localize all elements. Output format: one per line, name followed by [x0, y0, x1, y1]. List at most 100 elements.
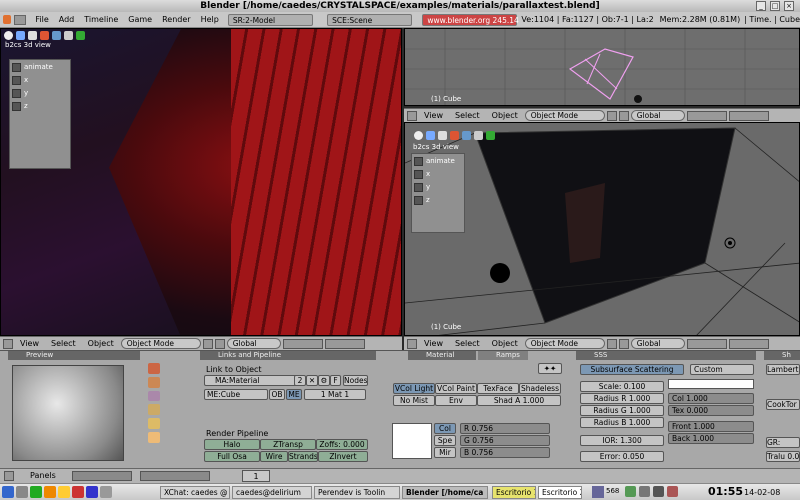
- menu-render[interactable]: Render: [157, 15, 195, 24]
- ramps-tab[interactable]: Ramps: [478, 351, 528, 360]
- view-type-icon[interactable]: [407, 110, 417, 121]
- menu-select-left[interactable]: Select: [46, 339, 81, 348]
- desktop-icon[interactable]: [16, 486, 28, 498]
- panels-menu[interactable]: Panels: [30, 471, 56, 480]
- mesh-name-field[interactable]: ME:Cube: [204, 389, 268, 400]
- shad-a-field[interactable]: Shad A 1.000: [477, 395, 561, 406]
- task-blender[interactable]: Blender [/home/ca: [402, 486, 488, 499]
- layers-icon-br[interactable]: [686, 338, 727, 349]
- hair-preview-icon[interactable]: [148, 418, 160, 430]
- animate-toggle[interactable]: animate: [12, 61, 68, 73]
- scene-selector[interactable]: SCE:Scene: [327, 13, 413, 26]
- subsurface-scattering-button[interactable]: Subsurface Scattering: [580, 364, 684, 375]
- orientation-dropdown-left[interactable]: Global: [226, 338, 281, 349]
- zoffs-field[interactable]: Zoffs: 0.000: [316, 439, 368, 450]
- task-terminal[interactable]: caedes@delirium: [232, 486, 312, 499]
- draw-type-icon-br[interactable]: [606, 338, 617, 349]
- task-browser[interactable]: Perendev is Toolin: [314, 486, 400, 499]
- pivot-icon-left[interactable]: [214, 338, 225, 349]
- layers-icon-2[interactable]: [728, 110, 769, 121]
- maximize-button[interactable]: □: [770, 1, 780, 11]
- menu-view-br[interactable]: View: [419, 339, 448, 348]
- vcol-light-button[interactable]: VCol Light: [393, 383, 435, 394]
- close-icon[interactable]: ×: [784, 1, 794, 11]
- viewport-bottom-right[interactable]: b2cs 3d view animate x y z (1) Cube: [404, 122, 800, 336]
- task-xchat[interactable]: XChat: caedes @: [160, 486, 230, 499]
- specular-shader-dropdown[interactable]: CookTor: [766, 399, 800, 410]
- material-tab[interactable]: Material: [408, 351, 476, 360]
- no-mist-button[interactable]: No Mist: [393, 395, 435, 406]
- menu-view-left[interactable]: View: [15, 339, 44, 348]
- menu-add[interactable]: Add: [54, 15, 80, 24]
- b-slider[interactable]: B 0.756: [460, 447, 550, 458]
- material-index-field[interactable]: 1 Mat 1: [304, 389, 366, 400]
- y-toggle[interactable]: y: [12, 87, 68, 99]
- ztransp-button[interactable]: ZTransp: [260, 439, 316, 450]
- sss-preset-dropdown[interactable]: Custom: [690, 364, 754, 375]
- texface-button[interactable]: TexFace: [477, 383, 519, 394]
- z-toggle[interactable]: z: [12, 100, 68, 112]
- tray-icon-1[interactable]: [625, 486, 636, 497]
- minimize-button[interactable]: _: [756, 1, 766, 11]
- menu-game[interactable]: Game: [123, 15, 157, 24]
- draw-type-icon-left[interactable]: [202, 338, 213, 349]
- workspace-2[interactable]: Escritorio 2: [538, 486, 582, 499]
- sss-color-swatch[interactable]: [668, 379, 754, 389]
- layers-icon-left[interactable]: [282, 338, 323, 349]
- layers-icon-left-2[interactable]: [324, 338, 365, 349]
- pivot-icon[interactable]: [618, 110, 629, 121]
- folder-icon[interactable]: [58, 486, 70, 498]
- menu-view[interactable]: View: [419, 111, 448, 120]
- menu-select-br[interactable]: Select: [450, 339, 485, 348]
- app-icon[interactable]: [72, 486, 84, 498]
- draw-type-icon[interactable]: [606, 110, 617, 121]
- radius-b-field[interactable]: Radius B 1.000: [580, 417, 664, 428]
- tray-icon-2[interactable]: [639, 486, 650, 497]
- env-button[interactable]: Env: [435, 395, 477, 406]
- back-slider[interactable]: Back 1.000: [668, 433, 754, 444]
- strands-button[interactable]: Strands: [288, 451, 318, 462]
- radius-r-field[interactable]: Radius R 1.000: [580, 393, 664, 404]
- context-buttons[interactable]: [72, 471, 132, 481]
- color-swatches[interactable]: [392, 423, 432, 459]
- tray-icon-4[interactable]: [667, 486, 678, 497]
- diffuse-shader-dropdown[interactable]: Lambert: [766, 364, 800, 375]
- layers-icon[interactable]: [686, 110, 727, 121]
- x-toggle[interactable]: x: [12, 74, 68, 86]
- group-field[interactable]: GR:: [766, 437, 800, 448]
- col-button[interactable]: Col: [434, 423, 456, 434]
- cube-preview-icon[interactable]: [148, 390, 160, 402]
- sphere-preview-icon[interactable]: [148, 363, 160, 374]
- viewport-top-right[interactable]: (1) Cube: [404, 28, 800, 106]
- terminal-icon[interactable]: [30, 486, 42, 498]
- app-icon-3[interactable]: [100, 486, 112, 498]
- mir-button[interactable]: Mir: [434, 447, 456, 458]
- spe-button[interactable]: Spe: [434, 435, 456, 446]
- shadeless-button[interactable]: Shadeless: [519, 383, 561, 394]
- full-osa-button[interactable]: Full Osa: [204, 451, 260, 462]
- material-name-field[interactable]: MA:Material: [204, 375, 304, 386]
- pivot-icon-br[interactable]: [618, 338, 629, 349]
- workspace-1[interactable]: Escritorio 1: [492, 486, 536, 499]
- nodes-button[interactable]: Nodes: [343, 375, 368, 386]
- z-toggle-2[interactable]: z: [414, 194, 462, 206]
- layers-icon-br-2[interactable]: [728, 338, 769, 349]
- ior-field[interactable]: IOR: 1.300: [580, 435, 664, 446]
- halo-button[interactable]: Halo: [204, 439, 260, 450]
- menu-timeline[interactable]: Timeline: [79, 15, 123, 24]
- buttons-type-icon[interactable]: [4, 471, 14, 481]
- zinvert-button[interactable]: ZInvert: [318, 451, 368, 462]
- y-toggle-2[interactable]: y: [414, 181, 462, 193]
- r-slider[interactable]: R 0.756: [460, 423, 550, 434]
- vcol-paint-button[interactable]: VCol Paint: [435, 383, 477, 394]
- mode-dropdown[interactable]: Object Mode: [524, 110, 605, 121]
- mode-dropdown-left[interactable]: Object Mode: [120, 338, 201, 349]
- firefox-icon[interactable]: [44, 486, 56, 498]
- kde-menu-icon[interactable]: [2, 486, 14, 498]
- sky-preview-icon[interactable]: [148, 432, 160, 443]
- clock-time[interactable]: 01:55: [708, 485, 743, 498]
- tray-icon-3[interactable]: [653, 486, 664, 497]
- app-icon-2[interactable]: [86, 486, 98, 498]
- menu-object-br[interactable]: Object: [487, 339, 523, 348]
- menu-object-left[interactable]: Object: [83, 339, 119, 348]
